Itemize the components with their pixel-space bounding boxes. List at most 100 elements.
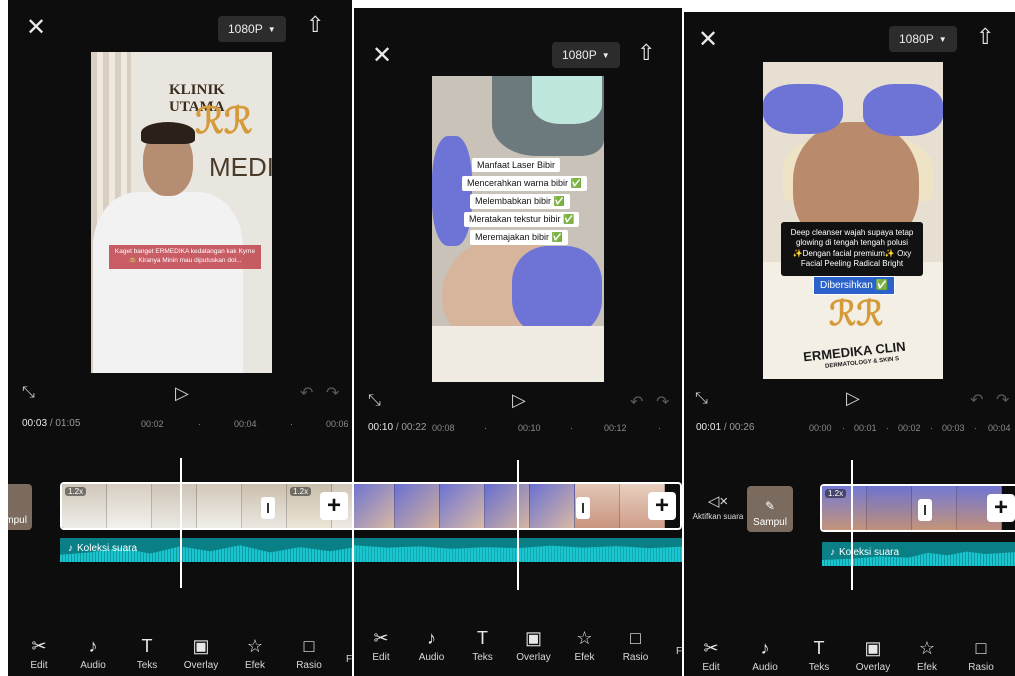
clip-thumbnail	[354, 484, 395, 528]
tool-overlay[interactable]: ▣ Overlay	[846, 638, 900, 673]
clip-trim-handle[interactable]	[261, 497, 275, 519]
tick-dot: ·	[570, 423, 573, 433]
caption-benefit: Meremajakan bibir ✅	[470, 230, 568, 245]
sign-text-main: MEDIK	[209, 152, 272, 182]
tool-teks[interactable]: T Teks	[792, 638, 846, 673]
tool-rasio[interactable]: □ Rasio	[954, 638, 1008, 673]
tool-rasio[interactable]: □ Rasio	[610, 628, 661, 663]
clip-speed-badge: 1.2x	[825, 489, 847, 498]
tool-edit[interactable]: ✂ Edit	[12, 636, 66, 671]
tool-label: Efek	[244, 660, 265, 671]
text-icon: T	[141, 636, 153, 656]
tool-label: Audio	[80, 660, 106, 671]
effect-star-icon: ☆	[576, 628, 593, 648]
fullscreen-icon[interactable]: ⤡	[22, 384, 35, 402]
tool-efek[interactable]: ☆ Efek	[228, 636, 282, 671]
clip-speed-badge: 1.2x	[65, 487, 87, 496]
video-track[interactable]: 1.2x 1.2x	[60, 482, 352, 530]
play-button[interactable]: ▷	[512, 390, 526, 411]
close-icon[interactable]: ✕	[698, 28, 718, 52]
cover-button[interactable]: Sampul	[8, 484, 32, 530]
tick-label: 00:02	[141, 419, 164, 429]
audio-track[interactable]: ♪ Koleksi suara	[60, 538, 352, 562]
tool-efek[interactable]: ☆ Efek	[900, 638, 954, 673]
redo-icon[interactable]: ↷	[656, 392, 669, 412]
sign-logo: ℛℛ	[829, 296, 884, 333]
tick-label: 00:04	[988, 423, 1011, 433]
video-caption: Kaget banget ERMEDIKA kedatangan kak Kym…	[109, 245, 261, 269]
clip-trim-handle[interactable]	[918, 499, 932, 521]
timecode-total: 01:05	[55, 418, 81, 429]
undo-icon[interactable]: ↶	[630, 392, 643, 412]
playhead[interactable]	[851, 460, 853, 590]
clip-thumbnail	[530, 484, 575, 528]
caption-benefit: Mencerahkan warna bibir ✅	[462, 176, 587, 191]
speaker-muted-icon: ◁×	[707, 493, 729, 510]
person-shirt	[93, 192, 243, 373]
tool-label: Efek	[916, 662, 937, 673]
video-preview[interactable]: Manfaat Laser Bibir Mencerahkan warna bi…	[432, 76, 604, 382]
tool-overlay[interactable]: ▣ Overlay	[508, 628, 559, 663]
fullscreen-icon[interactable]: ⤡	[695, 390, 708, 408]
tool-edit[interactable]: ✂ Edit	[684, 638, 738, 673]
mute-toggle[interactable]: ◁× Aktifkan suara	[686, 492, 750, 521]
export-icon[interactable]: ⇧	[306, 14, 324, 36]
export-icon[interactable]: ⇧	[637, 42, 655, 64]
tool-filter-partial[interactable]: F	[674, 646, 682, 657]
tool-filter-partial[interactable]: F	[344, 654, 352, 665]
add-clip-button[interactable]: +	[987, 494, 1015, 522]
tick-dot: ·	[886, 423, 889, 433]
export-icon[interactable]: ⇧	[976, 26, 994, 48]
glove-right	[863, 84, 943, 136]
undo-icon[interactable]: ↶	[970, 390, 983, 410]
add-clip-button[interactable]: +	[648, 492, 676, 520]
tool-edit[interactable]: ✂ Edit	[356, 628, 406, 663]
close-icon[interactable]: ✕	[26, 16, 46, 40]
tick-dot: ·	[974, 423, 977, 433]
audio-label: Koleksi suara	[839, 547, 900, 558]
redo-icon[interactable]: ↷	[996, 390, 1009, 410]
resolution-dropdown[interactable]: 1080P ▼	[218, 16, 286, 42]
tick-label: 00:00	[809, 423, 832, 433]
tool-audio[interactable]: ♪ Audio	[66, 636, 120, 671]
fullscreen-icon[interactable]: ⤡	[368, 392, 381, 410]
tool-audio[interactable]: ♪ Audio	[738, 638, 792, 673]
resolution-dropdown[interactable]: 1080P ▼	[889, 26, 957, 52]
play-button[interactable]: ▷	[175, 383, 189, 404]
tool-teks[interactable]: T Teks	[120, 636, 174, 671]
overlay-icon: ▣	[524, 628, 542, 648]
tool-label: Teks	[136, 660, 158, 671]
tick-label: 00:10	[518, 423, 541, 433]
playhead[interactable]	[517, 460, 519, 590]
tick-label: 00:08	[432, 423, 455, 433]
ratio-icon: □	[975, 638, 987, 658]
video-preview[interactable]: Deep cleanser wajah supaya tetap glowing…	[763, 62, 943, 379]
play-button[interactable]: ▷	[846, 388, 860, 409]
resolution-label: 1080P	[228, 22, 263, 36]
close-icon[interactable]: ✕	[372, 44, 392, 68]
undo-icon[interactable]: ↶	[300, 383, 313, 403]
tool-rasio[interactable]: □ Rasio	[282, 636, 336, 671]
chevron-down-icon: ▼	[938, 34, 947, 44]
add-clip-button[interactable]: +	[320, 492, 348, 520]
cover-button[interactable]: ✎ Sampul	[747, 486, 793, 532]
timecode: 00:01 / 00:26	[696, 422, 755, 433]
redo-icon[interactable]: ↷	[326, 383, 339, 403]
tool-label: Edit	[30, 660, 48, 671]
music-note-icon: ♪	[830, 547, 835, 558]
effect-star-icon: ☆	[918, 638, 936, 658]
tick-dot: ·	[930, 423, 933, 433]
chevron-down-icon: ▼	[601, 50, 610, 60]
tick-label: 00:04	[234, 419, 257, 429]
tool-teks[interactable]: T Teks	[457, 628, 508, 663]
tool-audio[interactable]: ♪ Audio	[406, 628, 457, 663]
tool-efek[interactable]: ☆ Efek	[559, 628, 610, 663]
playhead[interactable]	[180, 458, 182, 588]
clip-trim-handle[interactable]	[576, 497, 590, 519]
video-preview[interactable]: KLINIK UTAMA ℛℛ MEDIK Kaget banget ERMED…	[91, 52, 272, 373]
tool-label: Edit	[372, 652, 390, 663]
resolution-dropdown[interactable]: 1080P ▼	[552, 42, 620, 68]
tool-overlay[interactable]: ▣ Overlay	[174, 636, 228, 671]
glove-left	[763, 84, 843, 134]
tool-label: F	[345, 654, 352, 665]
